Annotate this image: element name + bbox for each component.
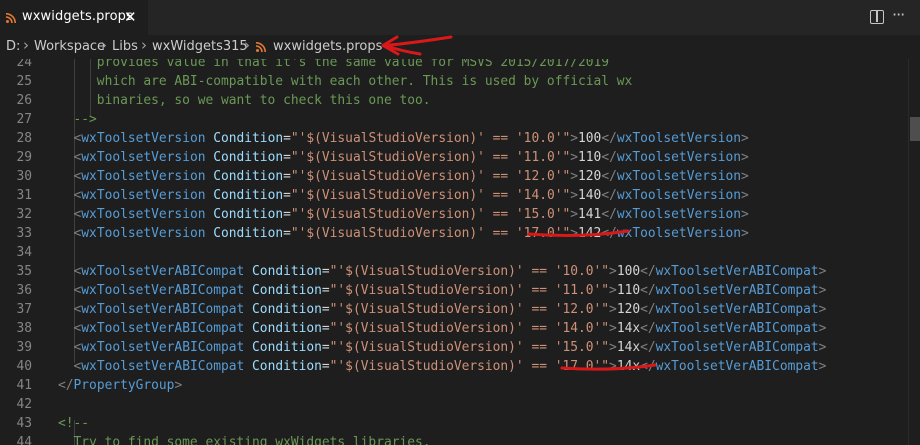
annotation-overlay [381,35,657,371]
annotation-underline-line33 [527,229,630,237]
annotation-underline-line40 [560,363,657,371]
